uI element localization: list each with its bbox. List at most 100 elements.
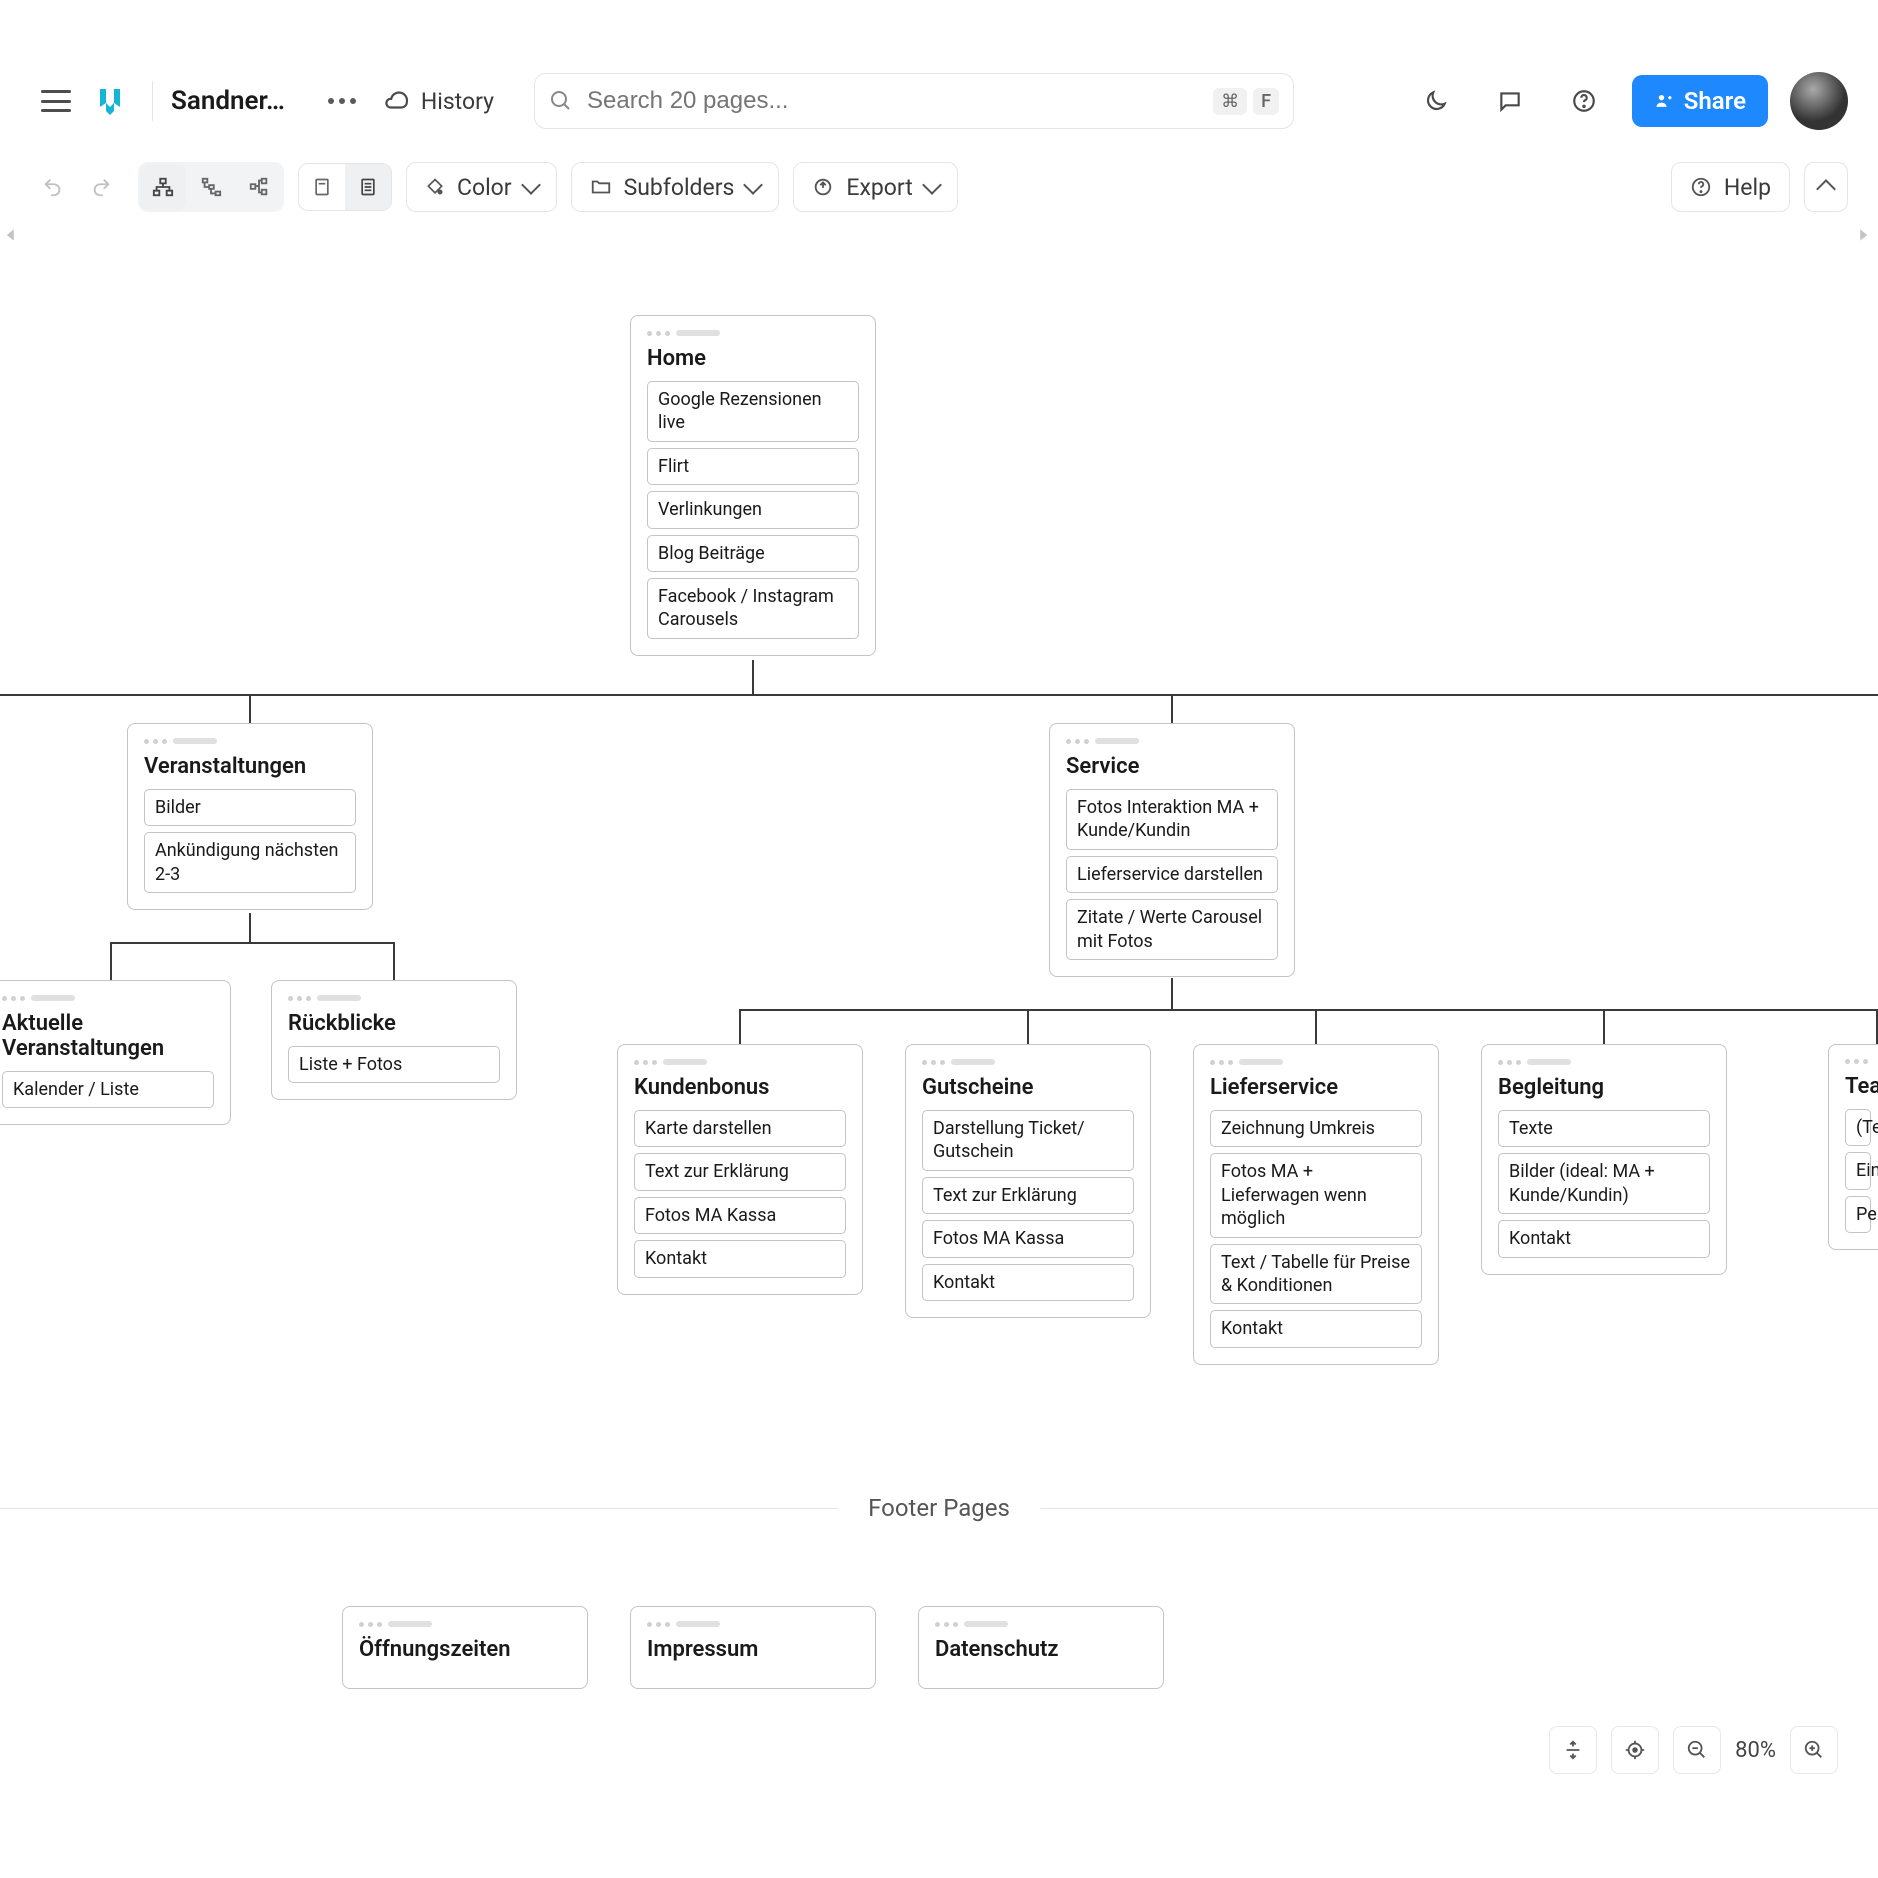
node-title: Begleitung	[1498, 1075, 1710, 1100]
hamburger-menu[interactable]	[30, 75, 82, 127]
view-side-button[interactable]	[236, 164, 282, 210]
node-begleitung[interactable]: Begleitung Texte Bilder (ideal: MA + Kund…	[1481, 1044, 1727, 1275]
node-home[interactable]: Home Google Rezensionen liveFlirtVerlink…	[630, 315, 876, 656]
history-label: History	[421, 88, 494, 115]
card-compact-button[interactable]	[299, 164, 345, 210]
node-tag[interactable]: Fotos Interaktion MA + Kunde/Kundin	[1066, 789, 1278, 850]
node-tag[interactable]: Text zur Erklärung	[634, 1153, 846, 1190]
node-tag[interactable]: Fotos MA Kassa	[922, 1220, 1134, 1257]
node-tag[interactable]: Bilder (ideal: MA + Kunde/Kundin)	[1498, 1153, 1710, 1214]
chevron-up-icon	[1816, 179, 1836, 199]
node-footer-datenschutz[interactable]: Datenschutz	[918, 1606, 1164, 1689]
node-tag[interactable]: Ein	[1845, 1152, 1871, 1189]
node-tag[interactable]: Facebook / Instagram Carousels	[647, 578, 859, 639]
node-tag[interactable]: Google Rezensionen live	[647, 381, 859, 442]
card-detail-button[interactable]	[345, 164, 391, 210]
node-tag[interactable]: Kontakt	[1210, 1310, 1422, 1347]
node-title: Lieferservice	[1210, 1075, 1422, 1100]
node-tag[interactable]: Liste + Fotos	[288, 1046, 500, 1083]
node-footer-oeffnungszeiten[interactable]: Öffnungszeiten	[342, 1606, 588, 1689]
zoom-out-button[interactable]	[1673, 1726, 1721, 1774]
connector	[110, 942, 112, 980]
node-aktuelle-veranstaltungen[interactable]: Aktuelle Veranstaltungen Kalender / List…	[0, 980, 231, 1125]
node-tag[interactable]: Text zur Erklärung	[922, 1177, 1134, 1214]
share-button[interactable]: Share	[1632, 75, 1768, 127]
help-icon-button[interactable]	[1558, 75, 1610, 127]
search-input[interactable]	[587, 87, 1199, 115]
connector	[110, 942, 394, 944]
node-tag[interactable]: Flirt	[647, 448, 859, 485]
dark-mode-toggle[interactable]	[1410, 75, 1462, 127]
node-team-partial[interactable]: Tea (TeEinPer	[1828, 1044, 1878, 1250]
node-tag[interactable]: Kontakt	[634, 1240, 846, 1277]
search-box[interactable]: ⌘ F	[534, 73, 1294, 129]
node-tag[interactable]: (Te	[1845, 1109, 1871, 1146]
view-tree-button[interactable]	[140, 164, 186, 210]
view-indent-button[interactable]	[188, 164, 234, 210]
node-tag[interactable]: Texte	[1498, 1110, 1710, 1147]
more-menu[interactable]	[301, 75, 353, 127]
node-title: Kundenbonus	[634, 1075, 846, 1100]
undo-button[interactable]	[30, 164, 76, 210]
connector	[1171, 978, 1173, 1009]
app-logo-icon	[94, 85, 126, 117]
kbd-f: F	[1253, 88, 1279, 115]
node-tag[interactable]: Darstellung Ticket/ Gutschein	[922, 1110, 1134, 1171]
node-title: Veranstaltungen	[144, 754, 356, 779]
connector	[0, 694, 1878, 696]
node-rueckblicke[interactable]: Rückblicke Liste + Fotos	[271, 980, 517, 1100]
node-title: Aktuelle Veranstaltungen	[2, 1011, 214, 1061]
node-tag[interactable]: Text / Tabelle für Preise & Konditionen	[1210, 1244, 1422, 1305]
help-button[interactable]: Help	[1671, 162, 1790, 212]
node-gutscheine[interactable]: Gutscheine Darstellung Ticket/ Gutschein…	[905, 1044, 1151, 1318]
hamburger-icon	[41, 90, 71, 112]
recenter-button[interactable]	[1611, 1726, 1659, 1774]
zoom-in-button[interactable]	[1790, 1726, 1838, 1774]
divider	[152, 81, 153, 121]
user-avatar[interactable]	[1790, 72, 1848, 130]
node-tag[interactable]: Verlinkungen	[647, 491, 859, 528]
project-name[interactable]: Sandner…	[171, 86, 285, 116]
node-tag[interactable]: Zeichnung Umkreis	[1210, 1110, 1422, 1147]
target-icon	[1624, 1739, 1646, 1761]
color-label: Color	[457, 174, 512, 201]
fit-vertical-button[interactable]	[1549, 1726, 1597, 1774]
node-tag[interactable]: Kalender / Liste	[2, 1071, 214, 1108]
node-header	[144, 738, 356, 744]
node-tag[interactable]: Blog Beiträge	[647, 535, 859, 572]
subfolders-dropdown[interactable]: Subfolders	[571, 162, 780, 212]
node-tag[interactable]: Kontakt	[1498, 1220, 1710, 1257]
connector	[752, 660, 754, 695]
node-tag[interactable]: Ankündigung nächsten 2-3	[144, 832, 356, 893]
node-tag[interactable]: Fotos MA + Lieferwagen wenn möglich	[1210, 1153, 1422, 1237]
node-tag[interactable]: Kontakt	[922, 1264, 1134, 1301]
chat-icon	[1497, 88, 1523, 114]
node-lieferservice[interactable]: Lieferservice Zeichnung Umkreis Fotos MA …	[1193, 1044, 1439, 1365]
color-dropdown[interactable]: Color	[406, 162, 557, 212]
node-tag[interactable]: Zitate / Werte Carousel mit Fotos	[1066, 899, 1278, 960]
node-tag[interactable]: Karte darstellen	[634, 1110, 846, 1147]
chevron-down-icon	[922, 175, 942, 195]
node-header	[634, 1059, 846, 1065]
history-button[interactable]: History	[383, 88, 494, 115]
redo-button[interactable]	[78, 164, 124, 210]
node-title: Öffnungszeiten	[359, 1637, 571, 1662]
node-footer-impressum[interactable]: Impressum	[630, 1606, 876, 1689]
comments-button[interactable]	[1484, 75, 1536, 127]
fit-vertical-icon	[1562, 1739, 1584, 1761]
dots-icon	[328, 98, 356, 104]
node-service[interactable]: Service Fotos Interaktion MA + Kunde/Kun…	[1049, 723, 1295, 977]
node-tag[interactable]: Per	[1845, 1196, 1871, 1233]
collapse-panel-button[interactable]	[1804, 162, 1848, 212]
node-kundenbonus[interactable]: Kundenbonus Karte darstellen Text zur Erk…	[617, 1044, 863, 1295]
connector	[249, 694, 251, 723]
node-veranstaltungen[interactable]: Veranstaltungen Bilder Ankündigung nächst…	[127, 723, 373, 910]
node-tag[interactable]: Bilder	[144, 789, 356, 826]
node-tag[interactable]: Fotos MA Kassa	[634, 1197, 846, 1234]
subfolders-label: Subfolders	[624, 174, 735, 201]
redo-icon	[90, 176, 112, 198]
chevron-down-icon	[743, 175, 763, 195]
node-tag[interactable]: Lieferservice darstellen	[1066, 856, 1278, 893]
chevron-down-icon	[521, 175, 541, 195]
export-dropdown[interactable]: Export	[793, 162, 957, 212]
